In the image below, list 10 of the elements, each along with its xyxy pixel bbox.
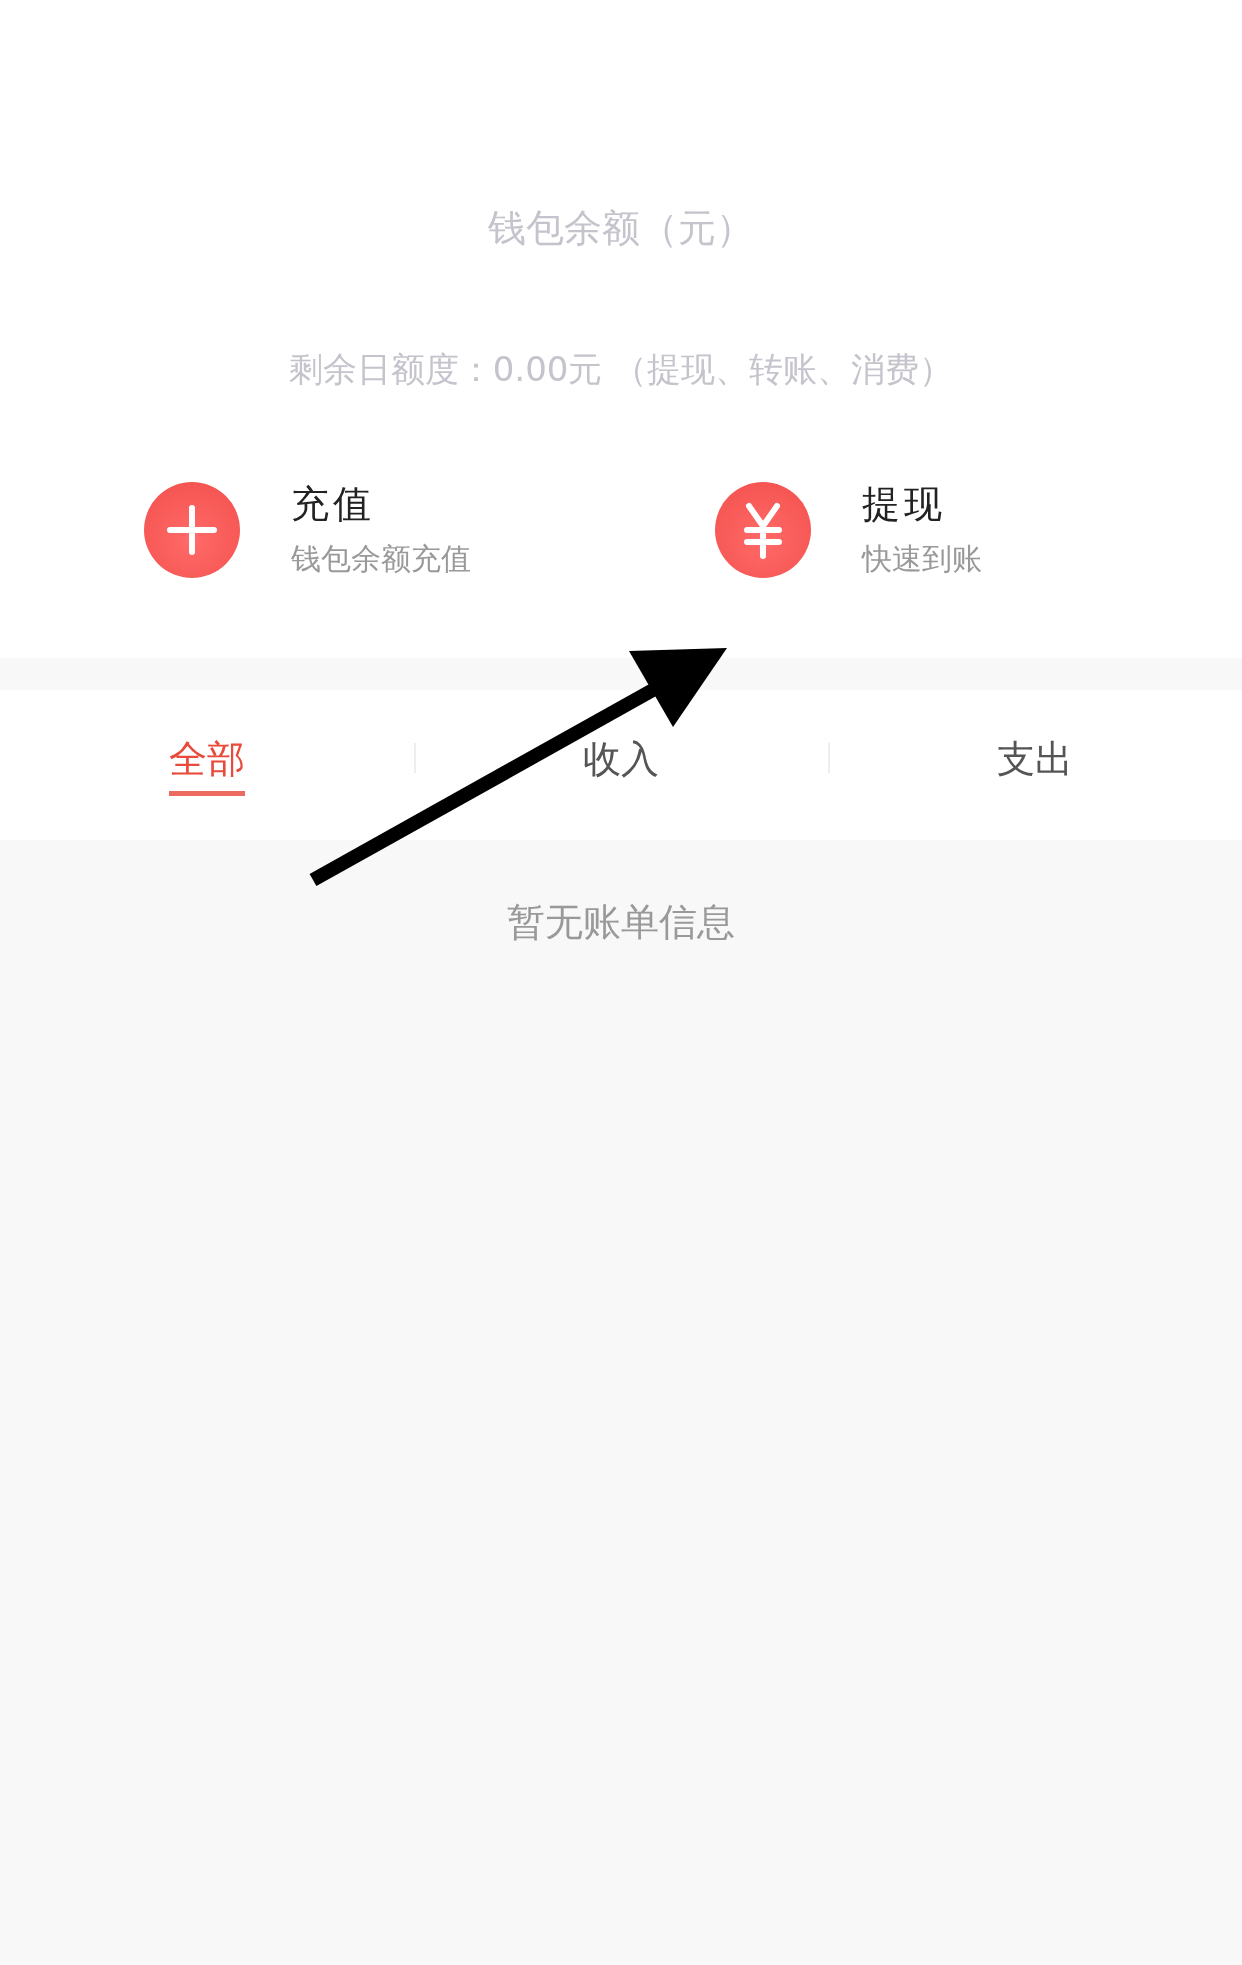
action-subtitle: 快速到账 bbox=[862, 540, 982, 578]
daily-quota-text: 剩余日额度：0.00元 （提现、转账、消费） bbox=[288, 349, 954, 389]
filter-tab[interactable]: 收入 bbox=[583, 734, 659, 796]
action-subtitle: 钱包余额充值 bbox=[291, 540, 471, 578]
action-title[interactable]: 充值 bbox=[291, 480, 471, 528]
action-title[interactable]: 提现 bbox=[862, 480, 982, 528]
balance-label: 钱包余额（元） bbox=[488, 206, 754, 250]
empty-message: 暂无账单信息 bbox=[507, 900, 735, 944]
filter-tab[interactable]: 支出 bbox=[997, 734, 1073, 796]
filter-tab[interactable]: 全部 bbox=[169, 734, 245, 796]
